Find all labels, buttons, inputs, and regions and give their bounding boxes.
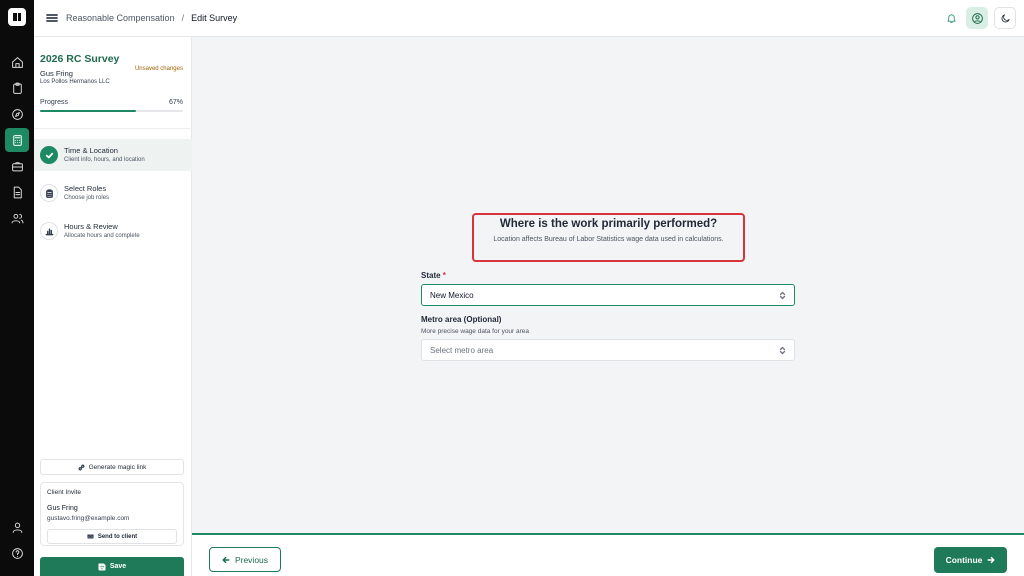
clipboard-icon [40,184,58,202]
send-icon [87,534,94,539]
progress-bar [40,110,183,112]
arrow-right-icon [987,556,995,564]
question-description: Location affects Bureau of Labor Statist… [493,236,724,243]
save-label: Save [109,563,127,570]
progress-bar-fill [40,110,136,112]
step-subtitle: Choose job roles [64,195,110,201]
state-select-value: New Mexico [430,290,474,300]
progress-percent: 67% [168,99,183,106]
send-to-client-button[interactable]: Send to client [47,529,177,544]
clipboard-icon[interactable] [5,76,29,100]
bar-chart-icon [40,222,58,240]
app-logo-icon[interactable] [8,8,26,26]
continue-label: Continue [945,555,983,565]
save-button[interactable]: Save [40,557,184,576]
step-hours-review[interactable]: Hours & Review Allocate hours and comple… [34,215,192,247]
send-to-client-label: Send to client [97,533,138,540]
step-title: Select Roles [64,184,107,193]
step-subtitle: Client info, hours, and location [64,157,145,163]
state-label-text: State [421,271,441,280]
question-heading-box: Where is the work primarily performed? L… [472,213,745,262]
state-select[interactable]: New Mexico [421,284,795,306]
step-title: Time & Location [64,146,118,155]
previous-button[interactable]: Previous [209,547,281,572]
chevron-up-down-icon [779,291,786,300]
survey-title: 2026 RC Survey [40,53,120,65]
link-icon [78,464,85,470]
icon-rail [0,0,34,576]
users-icon[interactable] [5,206,29,230]
briefcase-icon[interactable] [5,154,29,178]
invite-name: Gus Fring [47,505,78,512]
client-name: Gus Fring [40,69,73,78]
save-icon [98,562,106,571]
help-icon[interactable] [5,541,29,565]
progress-label: Progress [40,99,69,106]
theme-toggle-moon-icon[interactable] [994,7,1016,29]
magic-link-label: Generate magic link [88,463,147,471]
check-icon [40,146,58,164]
notifications-bell-icon[interactable] [942,7,960,29]
top-bar: Reasonable Compensation / Edit Survey [34,0,1024,37]
document-icon[interactable] [5,180,29,204]
step-title: Hours & Review [64,222,118,231]
footer-navigation: Previous Continue [192,533,1024,576]
step-time-location[interactable]: Time & Location Client info, hours, and … [34,139,192,171]
breadcrumb-separator: / [181,13,185,23]
previous-label: Previous [234,554,269,565]
required-asterisk: * [442,271,446,280]
compass-icon[interactable] [5,102,29,126]
user-icon[interactable] [5,515,29,539]
arrow-left-icon [222,556,230,563]
divider [34,128,192,129]
invite-email: gustavo.fring@example.com [47,515,130,522]
survey-side-panel: 2026 RC Survey Gus Fring Unsaved changes… [34,37,192,576]
metro-area-label: Metro area (Optional) [421,315,502,324]
home-icon[interactable] [5,50,29,74]
client-invite-heading: Client Invite [47,489,81,496]
account-avatar-button[interactable] [966,7,988,29]
client-invite-card: Client Invite Gus Fring gustavo.fring@ex… [40,482,184,546]
step-select-roles[interactable]: Select Roles Choose job roles [34,177,192,209]
metro-area-help: More precise wage data for your area [421,328,530,335]
continue-button[interactable]: Continue [934,547,1007,573]
state-label: State * [421,271,446,280]
chevron-up-down-icon [779,346,786,355]
breadcrumb-current: Edit Survey [191,13,238,23]
unsaved-changes-badge: Unsaved changes [134,66,183,72]
generate-magic-link-button[interactable]: Generate magic link [40,459,184,475]
breadcrumb-root[interactable]: Reasonable Compensation [66,13,175,23]
client-company: Los Pollos Hermanos LLC [40,79,110,85]
question-title: Where is the work primarily performed? [499,218,718,230]
metro-area-select[interactable]: Select metro area [421,339,795,361]
calculator-icon[interactable] [5,128,29,152]
step-subtitle: Allocate hours and complete [64,233,140,239]
metro-area-placeholder: Select metro area [430,345,494,355]
menu-icon[interactable] [46,12,58,24]
